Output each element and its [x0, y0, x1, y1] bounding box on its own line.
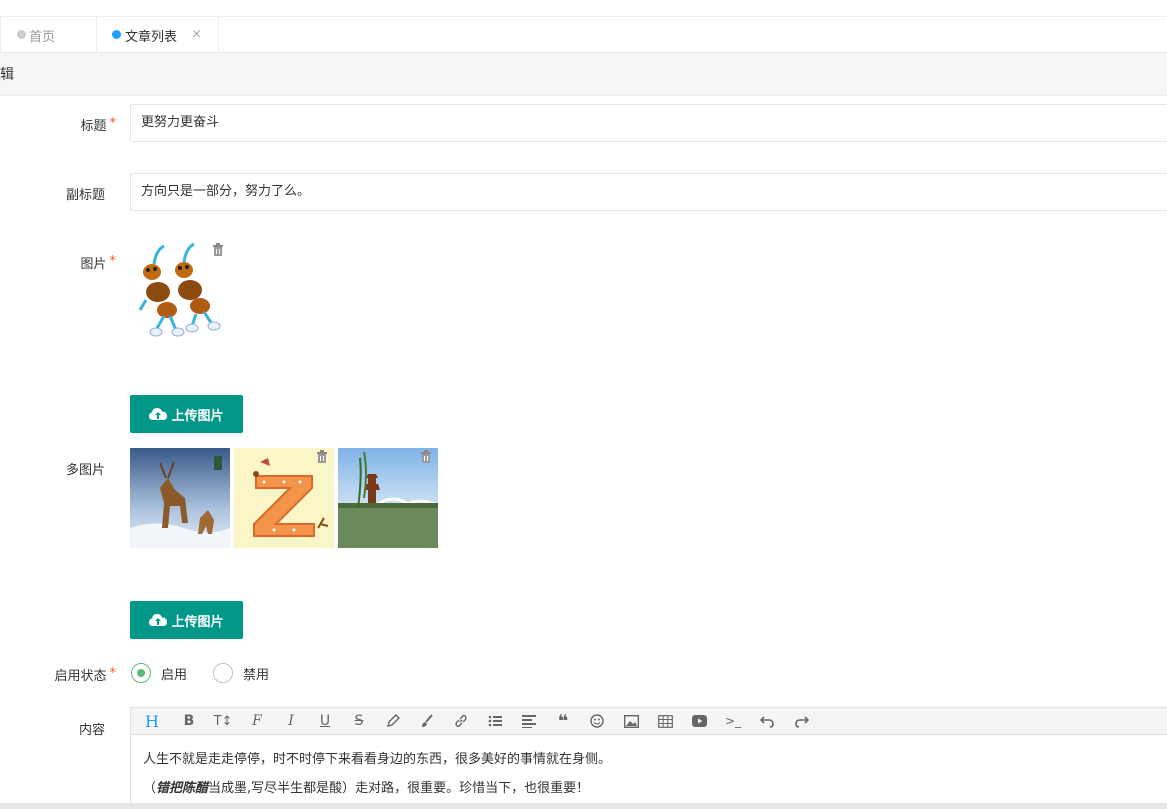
- font-size-icon[interactable]: T↕: [206, 709, 240, 733]
- underline-icon[interactable]: U: [308, 709, 342, 733]
- required-mark: *: [109, 666, 117, 681]
- radio-unchecked-icon: [213, 663, 233, 683]
- table-icon[interactable]: [648, 709, 682, 733]
- editor-paragraph: （错把陈醋当成墨,写尽半生都是酸）走对路，很重要。珍惜当下，也很重要！: [143, 774, 1157, 803]
- required-mark: *: [109, 116, 117, 131]
- paragraph-emphasis: 错把陈醋: [156, 781, 209, 796]
- bottom-scrollbar: [0, 803, 1167, 809]
- breadcrumb: 辑: [0, 53, 1167, 96]
- trash-icon[interactable]: [420, 450, 432, 464]
- radio-label: 禁用: [243, 667, 270, 683]
- tab-dot-icon: [112, 30, 121, 39]
- radio-enabled[interactable]: 启用: [131, 663, 187, 683]
- upload-label: 上传图片: [171, 408, 224, 424]
- title-input[interactable]: 更努力更奋斗: [130, 104, 1167, 142]
- status-label: 启用状态 *: [0, 665, 124, 684]
- rich-text-editor[interactable]: H B T↕ F I U S ❝ >_ 人生不就是走走停停，时不时停下来看看身边…: [130, 707, 1167, 809]
- image-label: 图片 *: [0, 253, 124, 272]
- title-label: 标题 *: [0, 115, 124, 134]
- trash-icon[interactable]: [212, 243, 224, 257]
- paragraph-prefix: （: [143, 781, 157, 796]
- heading-icon[interactable]: H: [142, 709, 162, 733]
- image-icon[interactable]: [614, 709, 648, 733]
- brush-icon[interactable]: [410, 709, 444, 733]
- content-label: 内容: [0, 719, 124, 738]
- tab-label: 文章列表: [125, 29, 178, 45]
- status-label-text: 启用状态: [54, 669, 107, 684]
- radio-checked-icon: [131, 663, 151, 683]
- italic-icon[interactable]: I: [274, 709, 308, 733]
- upload-multi-image-button[interactable]: 上传图片: [130, 601, 243, 639]
- quote-icon[interactable]: ❝: [546, 709, 580, 733]
- editor-toolbar: H B T↕ F I U S ❝ >_: [131, 708, 1167, 735]
- deer-image: [130, 448, 230, 548]
- title-label-text: 标题: [80, 119, 107, 134]
- radio-label: 启用: [161, 667, 188, 683]
- undo-icon[interactable]: [750, 709, 784, 733]
- tab-bar: 首页 文章列表 ×: [0, 17, 1167, 53]
- paragraph-rest: 当成墨,写尽半生都是酸）走对路，很重要。珍惜当下，也很重要！: [208, 781, 590, 796]
- code-icon[interactable]: >_: [716, 709, 750, 733]
- subtitle-label-text: 副标题: [65, 188, 105, 203]
- trash-icon[interactable]: [316, 450, 328, 464]
- required-mark: *: [109, 254, 117, 269]
- multi-image-label: 多图片: [0, 459, 124, 478]
- top-bar: [0, 0, 1167, 17]
- cloud-upload-icon: [149, 408, 168, 420]
- emoji-icon[interactable]: [580, 709, 614, 733]
- tab-label: 首页: [29, 29, 56, 45]
- link-icon[interactable]: [444, 709, 478, 733]
- close-icon[interactable]: ×: [191, 27, 202, 42]
- radio-disabled[interactable]: 禁用: [213, 663, 269, 683]
- redo-icon[interactable]: [784, 709, 818, 733]
- subtitle-label: 副标题: [0, 184, 124, 203]
- pen-icon[interactable]: [376, 709, 410, 733]
- font-icon[interactable]: F: [240, 709, 274, 733]
- cloud-upload-icon: [149, 614, 168, 626]
- list-icon[interactable]: [478, 709, 512, 733]
- multi-image-label-text: 多图片: [65, 463, 105, 478]
- bold-icon[interactable]: B: [172, 709, 206, 733]
- editor-paragraph: 人生不就是走走停停，时不时停下来看看身边的东西，很多美好的事情就在身侧。: [143, 752, 612, 767]
- video-icon[interactable]: [682, 709, 716, 733]
- align-icon[interactable]: [512, 709, 546, 733]
- tab-dot-icon: [17, 30, 26, 39]
- upload-label: 上传图片: [171, 614, 224, 630]
- breadcrumb-text: 辑: [0, 67, 14, 83]
- content-label-text: 内容: [78, 723, 105, 738]
- image-label-text: 图片: [80, 257, 107, 272]
- subtitle-input[interactable]: 方向只是一部分，努力了么。: [130, 173, 1167, 211]
- upload-image-button[interactable]: 上传图片: [130, 395, 243, 433]
- tab-article-list[interactable]: 文章列表 ×: [97, 17, 219, 53]
- editor-body[interactable]: 人生不就是走走停停，时不时停下来看看身边的东西，很多美好的事情就在身侧。 （错把…: [131, 735, 1167, 803]
- tab-home[interactable]: 首页: [0, 17, 97, 53]
- strikethrough-icon[interactable]: S: [342, 709, 376, 733]
